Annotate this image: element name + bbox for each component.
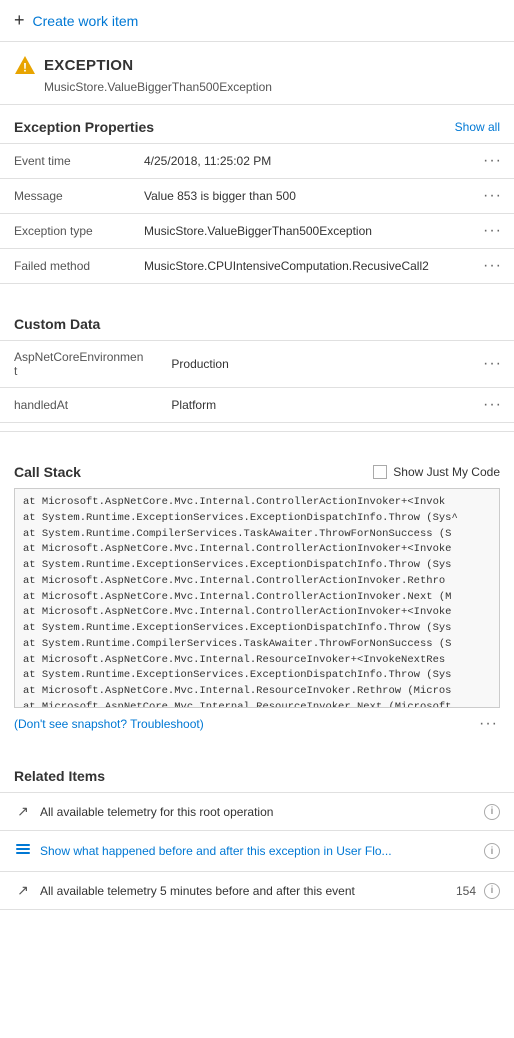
create-work-item-button[interactable]: Create work item bbox=[33, 13, 139, 29]
prop-key: Exception type bbox=[0, 214, 130, 249]
prop-key: Event time bbox=[0, 144, 130, 179]
prop-value: MusicStore.ValueBiggerThan500Exception bbox=[130, 214, 467, 249]
related-items-section: Related Items ↗ All available telemetry … bbox=[0, 758, 514, 910]
svg-text:!: ! bbox=[23, 61, 27, 75]
prop-key: AspNetCoreEnvironmen t bbox=[0, 341, 157, 388]
exception-properties-table: Event time 4/25/2018, 11:25:02 PM ··· Me… bbox=[0, 143, 514, 284]
plus-icon: + bbox=[14, 10, 25, 31]
prop-value: Value 853 is bigger than 500 bbox=[130, 179, 467, 214]
exception-properties-section: Exception Properties Show all Event time… bbox=[0, 105, 514, 284]
list-item[interactable]: Show what happened before and after this… bbox=[0, 830, 514, 871]
show-all-link[interactable]: Show all bbox=[455, 120, 500, 134]
table-row: Message Value 853 is bigger than 500 ··· bbox=[0, 179, 514, 214]
related-item-text: All available telemetry for this root op… bbox=[40, 805, 484, 819]
stack-line: at Microsoft.AspNetCore.Mvc.Internal.Con… bbox=[23, 495, 491, 511]
custom-data-title: Custom Data bbox=[14, 316, 100, 332]
header: + Create work item bbox=[0, 0, 514, 42]
stack-line: at System.Runtime.CompilerServices.TaskA… bbox=[23, 527, 491, 543]
row-more-button[interactable]: ··· bbox=[481, 397, 504, 413]
stack-line: at Microsoft.AspNetCore.Mvc.Internal.Res… bbox=[23, 700, 491, 708]
exception-properties-header: Exception Properties Show all bbox=[0, 105, 514, 143]
exception-subtitle: MusicStore.ValueBiggerThan500Exception bbox=[44, 80, 500, 94]
list-item[interactable]: ↗ All available telemetry for this root … bbox=[0, 792, 514, 830]
stack-line: at System.Runtime.ExceptionServices.Exce… bbox=[23, 668, 491, 684]
table-row: AspNetCoreEnvironmen t Production ··· bbox=[0, 341, 514, 388]
arrow-icon: ↗ bbox=[14, 803, 32, 820]
snapshot-link[interactable]: (Don't see snapshot? Troubleshoot) bbox=[14, 717, 204, 731]
arrow-icon: ↗ bbox=[14, 882, 32, 899]
stack-line: at System.Runtime.CompilerServices.TaskA… bbox=[23, 637, 491, 653]
table-row: handledAt Platform ··· bbox=[0, 388, 514, 423]
related-items-title: Related Items bbox=[0, 768, 514, 792]
prop-value: 4/25/2018, 11:25:02 PM bbox=[130, 144, 467, 179]
call-stack-section: Call Stack Show Just My Code at Microsof… bbox=[0, 450, 514, 708]
show-just-code-checkbox[interactable] bbox=[373, 465, 387, 479]
stack-line: at Microsoft.AspNetCore.Mvc.Internal.Res… bbox=[23, 653, 491, 669]
stack-line: at Microsoft.AspNetCore.Mvc.Internal.Con… bbox=[23, 590, 491, 606]
prop-key: Failed method bbox=[0, 249, 130, 284]
call-stack-title: Call Stack bbox=[14, 464, 81, 480]
stack-line: at System.Runtime.ExceptionServices.Exce… bbox=[23, 511, 491, 527]
snapshot-more-button[interactable]: ··· bbox=[477, 716, 500, 732]
stack-line: at Microsoft.AspNetCore.Mvc.Internal.Con… bbox=[23, 605, 491, 621]
show-just-code-label: Show Just My Code bbox=[393, 465, 500, 479]
row-more-button[interactable]: ··· bbox=[481, 153, 504, 169]
row-more-button[interactable]: ··· bbox=[481, 188, 504, 204]
related-item-text: Show what happened before and after this… bbox=[40, 844, 484, 858]
exception-title-row: ! EXCEPTION bbox=[14, 54, 500, 76]
stack-line: at System.Runtime.ExceptionServices.Exce… bbox=[23, 621, 491, 637]
custom-data-header: Custom Data bbox=[0, 302, 514, 340]
flow-icon bbox=[14, 841, 32, 861]
exception-properties-title: Exception Properties bbox=[14, 119, 154, 135]
stack-line: at Microsoft.AspNetCore.Mvc.Internal.Con… bbox=[23, 542, 491, 558]
table-row: Event time 4/25/2018, 11:25:02 PM ··· bbox=[0, 144, 514, 179]
related-item-text: All available telemetry 5 minutes before… bbox=[40, 884, 456, 898]
prop-value: MusicStore.CPUIntensiveComputation.Recus… bbox=[130, 249, 467, 284]
related-item-count: 154 bbox=[456, 884, 476, 898]
custom-data-section: Custom Data AspNetCoreEnvironmen t Produ… bbox=[0, 302, 514, 432]
show-just-code-row: Show Just My Code bbox=[373, 465, 500, 479]
prop-key: Message bbox=[0, 179, 130, 214]
call-stack-box[interactable]: at Microsoft.AspNetCore.Mvc.Internal.Con… bbox=[14, 488, 500, 708]
prop-value: Platform bbox=[157, 388, 467, 423]
custom-data-table: AspNetCoreEnvironmen t Production ··· ha… bbox=[0, 340, 514, 423]
list-item[interactable]: ↗ All available telemetry 5 minutes befo… bbox=[0, 871, 514, 910]
exception-block: ! EXCEPTION MusicStore.ValueBiggerThan50… bbox=[0, 42, 514, 105]
info-icon[interactable]: i bbox=[484, 883, 500, 899]
prop-value: Production bbox=[157, 341, 467, 388]
exception-title: EXCEPTION bbox=[44, 57, 133, 74]
row-more-button[interactable]: ··· bbox=[481, 356, 504, 372]
warning-icon: ! bbox=[14, 54, 36, 76]
table-row: Exception type MusicStore.ValueBiggerTha… bbox=[0, 214, 514, 249]
info-icon[interactable]: i bbox=[484, 804, 500, 820]
info-icon[interactable]: i bbox=[484, 843, 500, 859]
stack-line: at System.Runtime.ExceptionServices.Exce… bbox=[23, 558, 491, 574]
snapshot-row: (Don't see snapshot? Troubleshoot) ··· bbox=[0, 708, 514, 740]
stack-line: at Microsoft.AspNetCore.Mvc.Internal.Res… bbox=[23, 684, 491, 700]
table-row: Failed method MusicStore.CPUIntensiveCom… bbox=[0, 249, 514, 284]
row-more-button[interactable]: ··· bbox=[481, 223, 504, 239]
row-more-button[interactable]: ··· bbox=[481, 258, 504, 274]
stack-line: at Microsoft.AspNetCore.Mvc.Internal.Con… bbox=[23, 574, 491, 590]
prop-key: handledAt bbox=[0, 388, 157, 423]
call-stack-header: Call Stack Show Just My Code bbox=[14, 464, 500, 480]
